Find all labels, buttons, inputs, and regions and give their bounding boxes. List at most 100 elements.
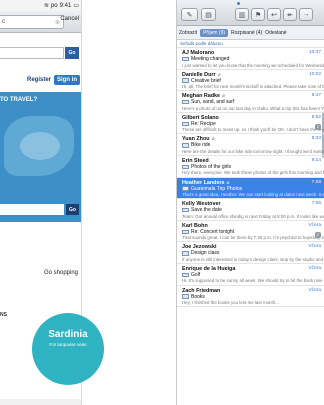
message-subject: Meeting changed bbox=[191, 56, 230, 62]
battery-icon: ▭ bbox=[73, 3, 79, 9]
message-time: 10:37 bbox=[308, 50, 321, 55]
message-row[interactable]: Yuan Zhou ⌀ 8:33 Bike ride Here are the d… bbox=[177, 134, 324, 156]
message-preview: Hey, I finished the books you lent me la… bbox=[182, 300, 279, 306]
message-subject: Golf bbox=[191, 271, 201, 278]
message-preview: Hey there, everyone. We took these photo… bbox=[182, 170, 324, 176]
message-time: 10:02 bbox=[308, 71, 321, 77]
sardinia-promo-badge[interactable]: Sardinia For turquoise seas bbox=[32, 313, 104, 385]
message-row[interactable]: AJ Malorano 10:37 Meeting changed I just… bbox=[177, 48, 324, 70]
message-subject: Save the date bbox=[191, 207, 222, 214]
folder-filter-bar: Zobrazit Příjem (9) Rozpisané (4) Odesla… bbox=[177, 26, 324, 40]
thread-count-badge: 2 bbox=[314, 231, 321, 238]
address-bar[interactable]: c ⊗ bbox=[0, 15, 64, 29]
thread-count-badge: 2 bbox=[314, 123, 321, 130]
travel-banner-title: TO TRAVEL? bbox=[0, 97, 38, 103]
message-time: 7:28 bbox=[311, 179, 321, 185]
message-time: Včera bbox=[308, 287, 321, 293]
message-preview: Team: Our annual office shindig is next … bbox=[182, 213, 324, 219]
status-bar: ≋ po 9:41 ▭ bbox=[0, 0, 81, 11]
destination-input[interactable] bbox=[0, 204, 64, 215]
delete-button[interactable]: ▥ bbox=[235, 8, 249, 21]
forward-icon: → bbox=[302, 11, 310, 18]
mail-app: ✎ ▤ ▥ ⚑ ↩ ↞ → Zobrazit Příjem (9) Rozpis… bbox=[176, 0, 324, 405]
message-row[interactable]: Gilbert Solano 8:52 2 Re: Recipe These a… bbox=[177, 113, 324, 135]
envelope-icon bbox=[182, 164, 189, 170]
message-preview: Hi. It's supposed to be sunny all week. … bbox=[182, 278, 324, 284]
envelope-icon bbox=[182, 186, 189, 191]
filter-drafts[interactable]: Rozpisané (4) bbox=[231, 30, 262, 36]
message-subject: Creative brief bbox=[191, 77, 221, 84]
cancel-button[interactable]: Cancel bbox=[60, 16, 79, 22]
destination-go-button[interactable]: Go bbox=[66, 204, 79, 215]
message-preview: That sounds great. I can be there by 7:3… bbox=[182, 235, 324, 241]
filter-inbox[interactable]: Příjem (9) bbox=[200, 28, 229, 37]
reply-all-icon: ↞ bbox=[287, 11, 293, 19]
message-preview: If anyone is still interested in today's… bbox=[182, 256, 324, 262]
message-row[interactable]: Erin Steed 8:14 Photos of the girls Hey … bbox=[177, 156, 324, 178]
compose-icon: ✎ bbox=[186, 11, 193, 19]
sort-label[interactable]: Seřadit podle dátumu bbox=[177, 40, 324, 48]
map-highlight-graphic bbox=[20, 132, 60, 160]
filter-sent[interactable]: Odeslané bbox=[265, 30, 286, 36]
paperclip-icon: ⌀ bbox=[211, 136, 215, 143]
go-shopping-link[interactable]: Go shopping bbox=[44, 270, 78, 276]
shopping-promo: Go shopping NS bbox=[0, 222, 81, 318]
message-time: Včera bbox=[308, 265, 321, 271]
message-subject: Guatemala Trip Photos bbox=[191, 185, 243, 192]
message-row[interactable]: Enrique de la Hueiga Včera Golf Hi. It's… bbox=[177, 264, 324, 286]
filter-show[interactable]: Zobrazit bbox=[179, 30, 197, 36]
envelope-icon bbox=[182, 78, 189, 83]
sardinia-subtitle: For turquoise seas bbox=[49, 342, 87, 347]
mail-toolbar: ✎ ▤ ▥ ⚑ ↩ ↞ → bbox=[177, 0, 324, 26]
envelope-icon bbox=[182, 56, 189, 62]
message-row[interactable]: Danielle Durr ⌀ 10:02 Creative brief Hi, … bbox=[177, 70, 324, 92]
sign-in-button[interactable]: Sign in bbox=[54, 75, 80, 85]
new-message-button[interactable]: ✎ bbox=[181, 8, 198, 21]
message-subject: Photos of the girls bbox=[191, 163, 232, 170]
message-subject: Design class bbox=[191, 250, 220, 257]
carrier-label: po bbox=[50, 2, 58, 9]
message-subject: Sun, sand, and surf bbox=[191, 99, 235, 106]
envelope-icon bbox=[182, 143, 189, 148]
reply-icon: ↩ bbox=[271, 11, 277, 19]
site-search-input[interactable] bbox=[0, 47, 64, 59]
bottom-bar bbox=[0, 399, 81, 405]
message-row[interactable]: Zach Friedman Včera Books Hey, I finishe… bbox=[177, 286, 324, 308]
browser-toolbar: c ⊗ Cancel bbox=[0, 11, 81, 33]
clear-icon[interactable]: ⊗ bbox=[55, 19, 60, 26]
forward-button[interactable]: → bbox=[299, 8, 313, 21]
message-row[interactable]: Meghan Radke ⌀ 9:47 Sun, sand, and surf H… bbox=[177, 91, 324, 113]
message-row[interactable]: Joe Jezowski Včera Design class If anyon… bbox=[177, 242, 324, 264]
envelope-icon bbox=[182, 121, 189, 127]
reply-all-button[interactable]: ↞ bbox=[283, 8, 297, 21]
message-preview: Here are the details for our bike ride t… bbox=[182, 148, 324, 154]
message-subject: Books bbox=[191, 293, 205, 300]
message-time: Včera bbox=[308, 222, 321, 228]
register-link[interactable]: Register bbox=[27, 77, 51, 83]
message-row-selected[interactable]: Heather Landers ⌀ 7:28 Guatemala Trip Pho… bbox=[177, 177, 324, 200]
message-subject: Bike ride bbox=[191, 142, 211, 149]
status-time: 9:41 bbox=[59, 2, 72, 9]
message-preview: That's a great idea, Heather. We can sta… bbox=[182, 192, 324, 198]
sardinia-title: Sardinia bbox=[48, 329, 88, 340]
envelope-icon bbox=[182, 207, 189, 213]
flag-button[interactable]: ⚑ bbox=[251, 8, 265, 21]
account-links: Register Sign in bbox=[0, 73, 81, 87]
message-list: AJ Malorano 10:37 Meeting changed I just… bbox=[177, 48, 324, 308]
site-search-go-button[interactable]: Go bbox=[65, 47, 79, 59]
message-preview: Here's a photo of us on our last day in … bbox=[182, 105, 324, 111]
trash-icon: ▥ bbox=[238, 11, 246, 19]
message-subject: Re: Concert tonight bbox=[191, 228, 235, 235]
message-subject: Re: Recipe bbox=[191, 120, 216, 127]
message-time: 7:06 bbox=[311, 201, 321, 207]
url-text: c bbox=[2, 19, 5, 25]
message-preview: I just wanted to let you know that the m… bbox=[182, 62, 324, 68]
reply-button[interactable]: ↩ bbox=[267, 8, 281, 21]
message-row[interactable]: Kelly Westover 7:06 Save the date Team: … bbox=[177, 199, 324, 221]
message-time: 8:14 bbox=[311, 157, 321, 163]
message-time: Včera bbox=[308, 244, 321, 250]
unread-dot-icon bbox=[237, 2, 240, 5]
folder-button[interactable]: ▤ bbox=[201, 8, 216, 21]
message-row[interactable]: Karl Bohn Včera 2 Re: Concert tonight Th… bbox=[177, 221, 324, 243]
folder-icon: ▤ bbox=[205, 11, 212, 19]
